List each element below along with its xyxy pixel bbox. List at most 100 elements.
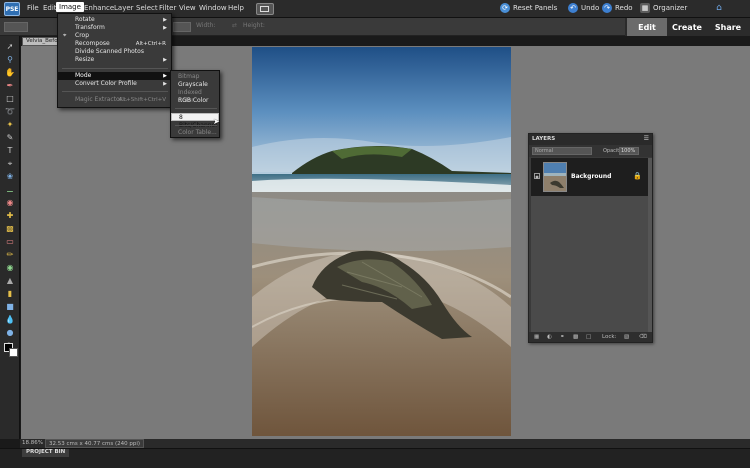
menu-item-8-bits-channel[interactable]: 8 Bits/Channel — [171, 113, 219, 129]
healing-brush-tool-icon[interactable]: ✚ — [4, 211, 16, 221]
clone-stamp-tool-icon[interactable]: ▩ — [4, 224, 16, 234]
sponge-tool-icon[interactable]: ● — [4, 328, 16, 338]
layers-scrollbar[interactable] — [648, 158, 652, 332]
menu-item-color-table[interactable]: Color Table... — [171, 129, 219, 137]
reset-panels-icon: ⟳ — [500, 3, 510, 13]
layer-thumbnail — [543, 162, 567, 192]
lasso-tool-icon[interactable]: ➰ — [4, 107, 16, 117]
panel-menu-icon[interactable]: ☰ — [644, 135, 649, 142]
tools-panel: ➚ ⚲ ✋ ✒ □ ➰ ✦ ✎ T ⌖ ❀ ⚊ ◉ ✚ ▩ ▭ ✏ ◉ ▲ ▮ … — [0, 36, 20, 439]
undo-icon: ↶ — [568, 3, 578, 13]
undo-button[interactable]: ↶ Undo — [568, 3, 599, 13]
recompose-shortcut: Alt+Ctrl+R — [135, 41, 166, 47]
tab-create[interactable]: Create — [667, 18, 707, 36]
document-info[interactable]: 32.53 cms x 40.77 cms (240 ppi) — [45, 439, 145, 448]
beach-photo — [252, 47, 511, 436]
redo-button[interactable]: ↷ Redo — [602, 3, 633, 13]
tab-edit[interactable]: Edit — [627, 18, 667, 36]
move-tool-icon[interactable]: ➚ — [4, 42, 16, 52]
delete-layer-icon[interactable]: ⌫ — [639, 334, 647, 340]
redo-label: Redo — [615, 4, 633, 12]
cookie-cutter-tool-icon[interactable]: ❀ — [4, 172, 16, 182]
link-layers-icon[interactable]: ⚭ — [560, 334, 565, 340]
red-eye-tool-icon[interactable]: ◉ — [4, 198, 16, 208]
new-layer-icon[interactable]: ▦ — [534, 334, 539, 340]
menu-item-recompose[interactable]: Recompose Alt+Ctrl+R — [58, 40, 171, 48]
layer-thumbnail-image — [544, 163, 566, 191]
layer-name: Background — [571, 173, 612, 180]
organizer-icon: ▦ — [640, 3, 650, 13]
zoom-tool-icon[interactable]: ⚲ — [4, 55, 16, 65]
swap-icon[interactable]: ⇄ — [232, 22, 237, 29]
menu-item-rgb-color[interactable]: RGB Color — [171, 97, 219, 105]
menu-item-convert-color-profile[interactable]: Convert Color Profile ▶ — [58, 80, 171, 88]
blur-tool-icon[interactable]: 💧 — [4, 315, 16, 325]
menu-item-rotate[interactable]: Rotate ▶ — [58, 16, 171, 24]
rotate-label: Rotate — [75, 16, 95, 23]
tab-share[interactable]: Share — [707, 18, 749, 36]
home-button[interactable]: ⌂ — [714, 3, 724, 13]
menu-help[interactable]: Help — [225, 3, 247, 13]
arrange-documents-button[interactable] — [256, 3, 274, 15]
layers-panel-header[interactable]: LAYERS ☰ — [529, 134, 652, 145]
type-tool-icon[interactable]: T — [4, 146, 16, 156]
lock-icon: 🔒 — [633, 172, 642, 180]
document-tab[interactable]: Velvia_Before — [22, 37, 63, 46]
organizer-label: Organizer — [653, 4, 688, 12]
submenu-arrow-icon: ▶ — [163, 81, 167, 87]
selection-brush-tool-icon[interactable]: ✎ — [4, 133, 16, 143]
recompose-label: Recompose — [75, 40, 110, 47]
menu-item-transform[interactable]: Transform ▶ — [58, 24, 171, 32]
gradient-tool-icon[interactable]: ▮ — [4, 289, 16, 299]
lock-all-icon[interactable]: □ — [586, 334, 591, 340]
marquee-tool-icon[interactable]: □ — [4, 94, 16, 104]
straighten-tool-icon[interactable]: ⚊ — [4, 185, 16, 195]
menu-item-resize[interactable]: Resize ▶ — [58, 56, 171, 64]
hand-tool-icon[interactable]: ✋ — [4, 68, 16, 78]
new-adjustment-layer-icon[interactable]: ◐ — [547, 334, 552, 340]
lock-transparent-icon[interactable]: ▩ — [573, 334, 578, 340]
menu-item-divide-scanned-photos[interactable]: Divide Scanned Photos — [58, 48, 171, 56]
menu-item-grayscale[interactable]: Grayscale — [171, 81, 219, 89]
project-bin-tab[interactable]: PROJECT BIN — [22, 449, 70, 457]
document-image[interactable] — [252, 47, 511, 436]
blend-mode-select[interactable]: Normal — [532, 147, 592, 155]
tool-preset-picker[interactable] — [4, 22, 28, 32]
redo-icon: ↷ — [602, 3, 612, 13]
visibility-eye-icon[interactable]: ◉ — [534, 173, 540, 179]
crop-icon: ⌖ — [63, 32, 67, 39]
reset-panels-button[interactable]: ⟳ Reset Panels — [500, 3, 557, 13]
menu-separator — [175, 125, 217, 126]
layers-panel-title: LAYERS — [532, 136, 556, 142]
menu-image[interactable]: Image — [56, 2, 84, 12]
opacity-field[interactable]: 100% — [619, 147, 639, 155]
menu-item-magic-extractor[interactable]: Magic Extractor... Alt+Shift+Ctrl+V — [58, 96, 171, 104]
image-menu-dropdown: Rotate ▶ Transform ▶ ⌖ Crop Recompose Alt+Ct… — [57, 13, 172, 108]
crop-tool-icon[interactable]: ⌖ — [4, 159, 16, 169]
magic-wand-tool-icon[interactable]: ✦ — [4, 120, 16, 130]
height-label: Height: — [243, 22, 265, 29]
paint-bucket-tool-icon[interactable]: ▲ — [4, 276, 16, 286]
menu-item-indexed-color[interactable]: Indexed Color — [171, 89, 219, 104]
smart-brush-tool-icon[interactable]: ◉ — [4, 263, 16, 273]
eyedropper-tool-icon[interactable]: ✒ — [4, 81, 16, 91]
mode-label: Mode — [75, 72, 92, 79]
aspect-ratio-select[interactable] — [173, 22, 191, 32]
status-bar: 18.86% 32.53 cms x 40.77 cms (240 ppi) — [20, 439, 750, 448]
zoom-level[interactable]: 18.86% — [22, 440, 43, 446]
lock-pixels-icon[interactable]: ▧ — [624, 334, 629, 340]
shape-tool-icon[interactable]: ■ — [4, 302, 16, 312]
organizer-button[interactable]: ▦ Organizer — [640, 3, 687, 13]
resize-label: Resize — [75, 56, 95, 63]
project-bin-bar: PROJECT BIN — [0, 448, 750, 468]
reset-panels-label: Reset Panels — [513, 4, 558, 12]
menu-item-crop[interactable]: ⌖ Crop — [58, 32, 171, 40]
menu-item-bitmap[interactable]: Bitmap — [171, 73, 219, 81]
submenu-arrow-icon: ▶ — [163, 17, 167, 23]
brush-tool-icon[interactable]: ✏ — [4, 250, 16, 260]
menu-item-mode[interactable]: Mode ▶ — [58, 72, 171, 80]
eraser-tool-icon[interactable]: ▭ — [4, 237, 16, 247]
background-color-swatch[interactable] — [9, 348, 18, 357]
layers-list: ◉ Background 🔒 — [531, 158, 648, 332]
layer-row[interactable]: ◉ Background 🔒 — [531, 158, 648, 196]
